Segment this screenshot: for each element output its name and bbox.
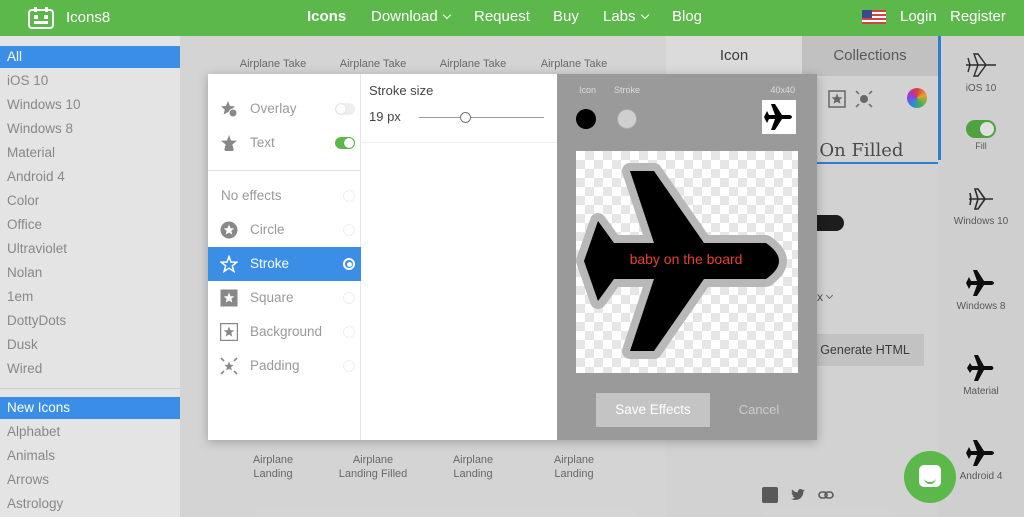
login-link[interactable]: Login — [900, 8, 937, 25]
icons8-logo-icon[interactable] — [28, 5, 54, 31]
effect-stroke[interactable]: Stroke — [208, 247, 361, 281]
sidebar-item-nolan[interactable]: Nolan — [0, 262, 180, 284]
stroke-size-slider-track[interactable] — [419, 117, 544, 118]
effect-label: Stroke — [250, 256, 290, 271]
effect-radio[interactable] — [343, 326, 355, 338]
overlay-label: Overlay — [250, 101, 297, 116]
effect-label: Padding — [250, 358, 300, 373]
square-star-icon — [220, 289, 238, 307]
effects-divider — [208, 170, 361, 171]
sidebar-item-animals[interactable]: Animals — [0, 445, 180, 467]
sidebar-item-alphabet[interactable]: Alphabet — [0, 421, 180, 443]
effect-label: No effects — [221, 188, 282, 203]
background-star-icon — [220, 323, 238, 341]
effect-radio-selected[interactable] — [343, 258, 355, 270]
sidebar-item-arrows[interactable]: Arrows — [0, 469, 180, 491]
sidebar-item-windows8[interactable]: Windows 8 — [0, 118, 180, 140]
stroke-color-label: Stroke — [614, 85, 641, 95]
text-option[interactable]: Text — [208, 126, 361, 160]
circle-star-icon — [220, 221, 238, 239]
chat-icon — [919, 465, 941, 487]
chevron-down-icon — [442, 10, 451, 20]
sidebar-item-new-icons[interactable]: New Icons — [0, 397, 180, 419]
effect-radio[interactable] — [343, 292, 355, 304]
sidebar-item-windows10[interactable]: Windows 10 — [0, 94, 180, 116]
nav-blog[interactable]: Blog — [672, 8, 702, 25]
sidebar-item-ultraviolet[interactable]: Ultraviolet — [0, 238, 180, 260]
icon-preview-canvas: baby on the board — [576, 151, 798, 373]
effect-background[interactable]: Background — [208, 315, 361, 349]
chat-button[interactable] — [904, 451, 956, 503]
brand-name[interactable]: Icons8 — [66, 9, 110, 26]
settings-divider — [361, 142, 557, 143]
preview-size-label: 40x40 — [770, 85, 795, 95]
stroke-star-icon — [220, 255, 238, 273]
sidebar-item-office[interactable]: Office — [0, 214, 180, 236]
stroke-size-title: Stroke size — [369, 83, 434, 98]
sidebar-item-dusk[interactable]: Dusk — [0, 334, 180, 356]
sidebar-item-color[interactable]: Color — [0, 190, 180, 212]
effect-radio[interactable] — [343, 224, 355, 236]
sidebar-divider — [0, 388, 180, 389]
preview-overlay-text: baby on the board — [629, 251, 743, 267]
text-star-icon — [221, 135, 237, 151]
toggle-knob — [336, 104, 346, 114]
nav-request[interactable]: Request — [474, 8, 530, 25]
sidebar-item-dottydots[interactable]: DottyDots — [0, 310, 180, 332]
nav-labs-label: Labs — [603, 8, 636, 25]
nav-buy[interactable]: Buy — [553, 8, 579, 25]
overlay-toggle[interactable] — [335, 103, 355, 115]
effect-preview-panel: Icon Stroke 40x40 baby on the board Save… — [557, 74, 817, 440]
effect-circle[interactable]: Circle — [208, 213, 361, 247]
save-effects-button[interactable]: Save Effects — [596, 393, 710, 427]
preview-thumbnail — [762, 100, 796, 134]
nav-labs[interactable]: Labs — [603, 8, 649, 25]
effect-radio[interactable] — [343, 360, 355, 372]
overlay-option[interactable]: Overlay — [208, 92, 361, 126]
effects-list: Overlay Text No effects Circle Stroke Sq… — [208, 74, 361, 440]
text-label: Text — [250, 135, 275, 150]
effect-radio[interactable] — [343, 190, 355, 202]
sidebar-item-1em[interactable]: 1em — [0, 286, 180, 308]
effect-square[interactable]: Square — [208, 281, 361, 315]
sidebar-item-wired[interactable]: Wired — [0, 358, 180, 380]
nav-icons[interactable]: Icons — [307, 8, 346, 25]
chevron-down-icon — [640, 10, 649, 20]
padding-icon — [220, 357, 238, 375]
cancel-button[interactable]: Cancel — [729, 393, 789, 427]
stroke-color-swatch[interactable] — [617, 109, 637, 129]
sidebar-item-android4[interactable]: Android 4 — [0, 166, 180, 188]
sidebar-item-all[interactable]: All — [0, 46, 180, 68]
us-flag-icon[interactable] — [862, 10, 886, 24]
effect-settings: Stroke size 19 px — [361, 74, 557, 440]
sidebar-item-material[interactable]: Material — [0, 142, 180, 164]
effects-modal: Overlay Text No effects Circle Stroke Sq… — [208, 74, 817, 440]
overlay-star-icon — [221, 101, 238, 118]
stroke-size-value: 19 px — [369, 109, 401, 124]
effect-no-effects[interactable]: No effects — [208, 179, 361, 213]
stroke-size-slider-handle[interactable] — [459, 112, 471, 123]
toggle-knob — [344, 138, 354, 148]
sidebar: All iOS 10 Windows 10 Windows 8 Material… — [0, 36, 180, 517]
icon-color-label: Icon — [579, 85, 597, 95]
effect-padding[interactable]: Padding — [208, 349, 361, 383]
airplane-icon — [764, 104, 792, 130]
effect-label: Square — [250, 290, 294, 305]
effect-label: Background — [250, 324, 323, 339]
nav-download[interactable]: Download — [371, 8, 451, 25]
nav-download-label: Download — [371, 8, 438, 25]
register-link[interactable]: Register — [950, 8, 1006, 25]
icon-color-swatch[interactable] — [576, 109, 596, 129]
effect-label: Circle — [250, 222, 285, 237]
sidebar-item-astrology[interactable]: Astrology — [0, 493, 180, 515]
text-toggle[interactable] — [335, 137, 355, 149]
sidebar-item-ios10[interactable]: iOS 10 — [0, 70, 180, 92]
top-navigation-bar: Icons8 Icons Download Request Buy Labs B… — [0, 0, 1024, 36]
